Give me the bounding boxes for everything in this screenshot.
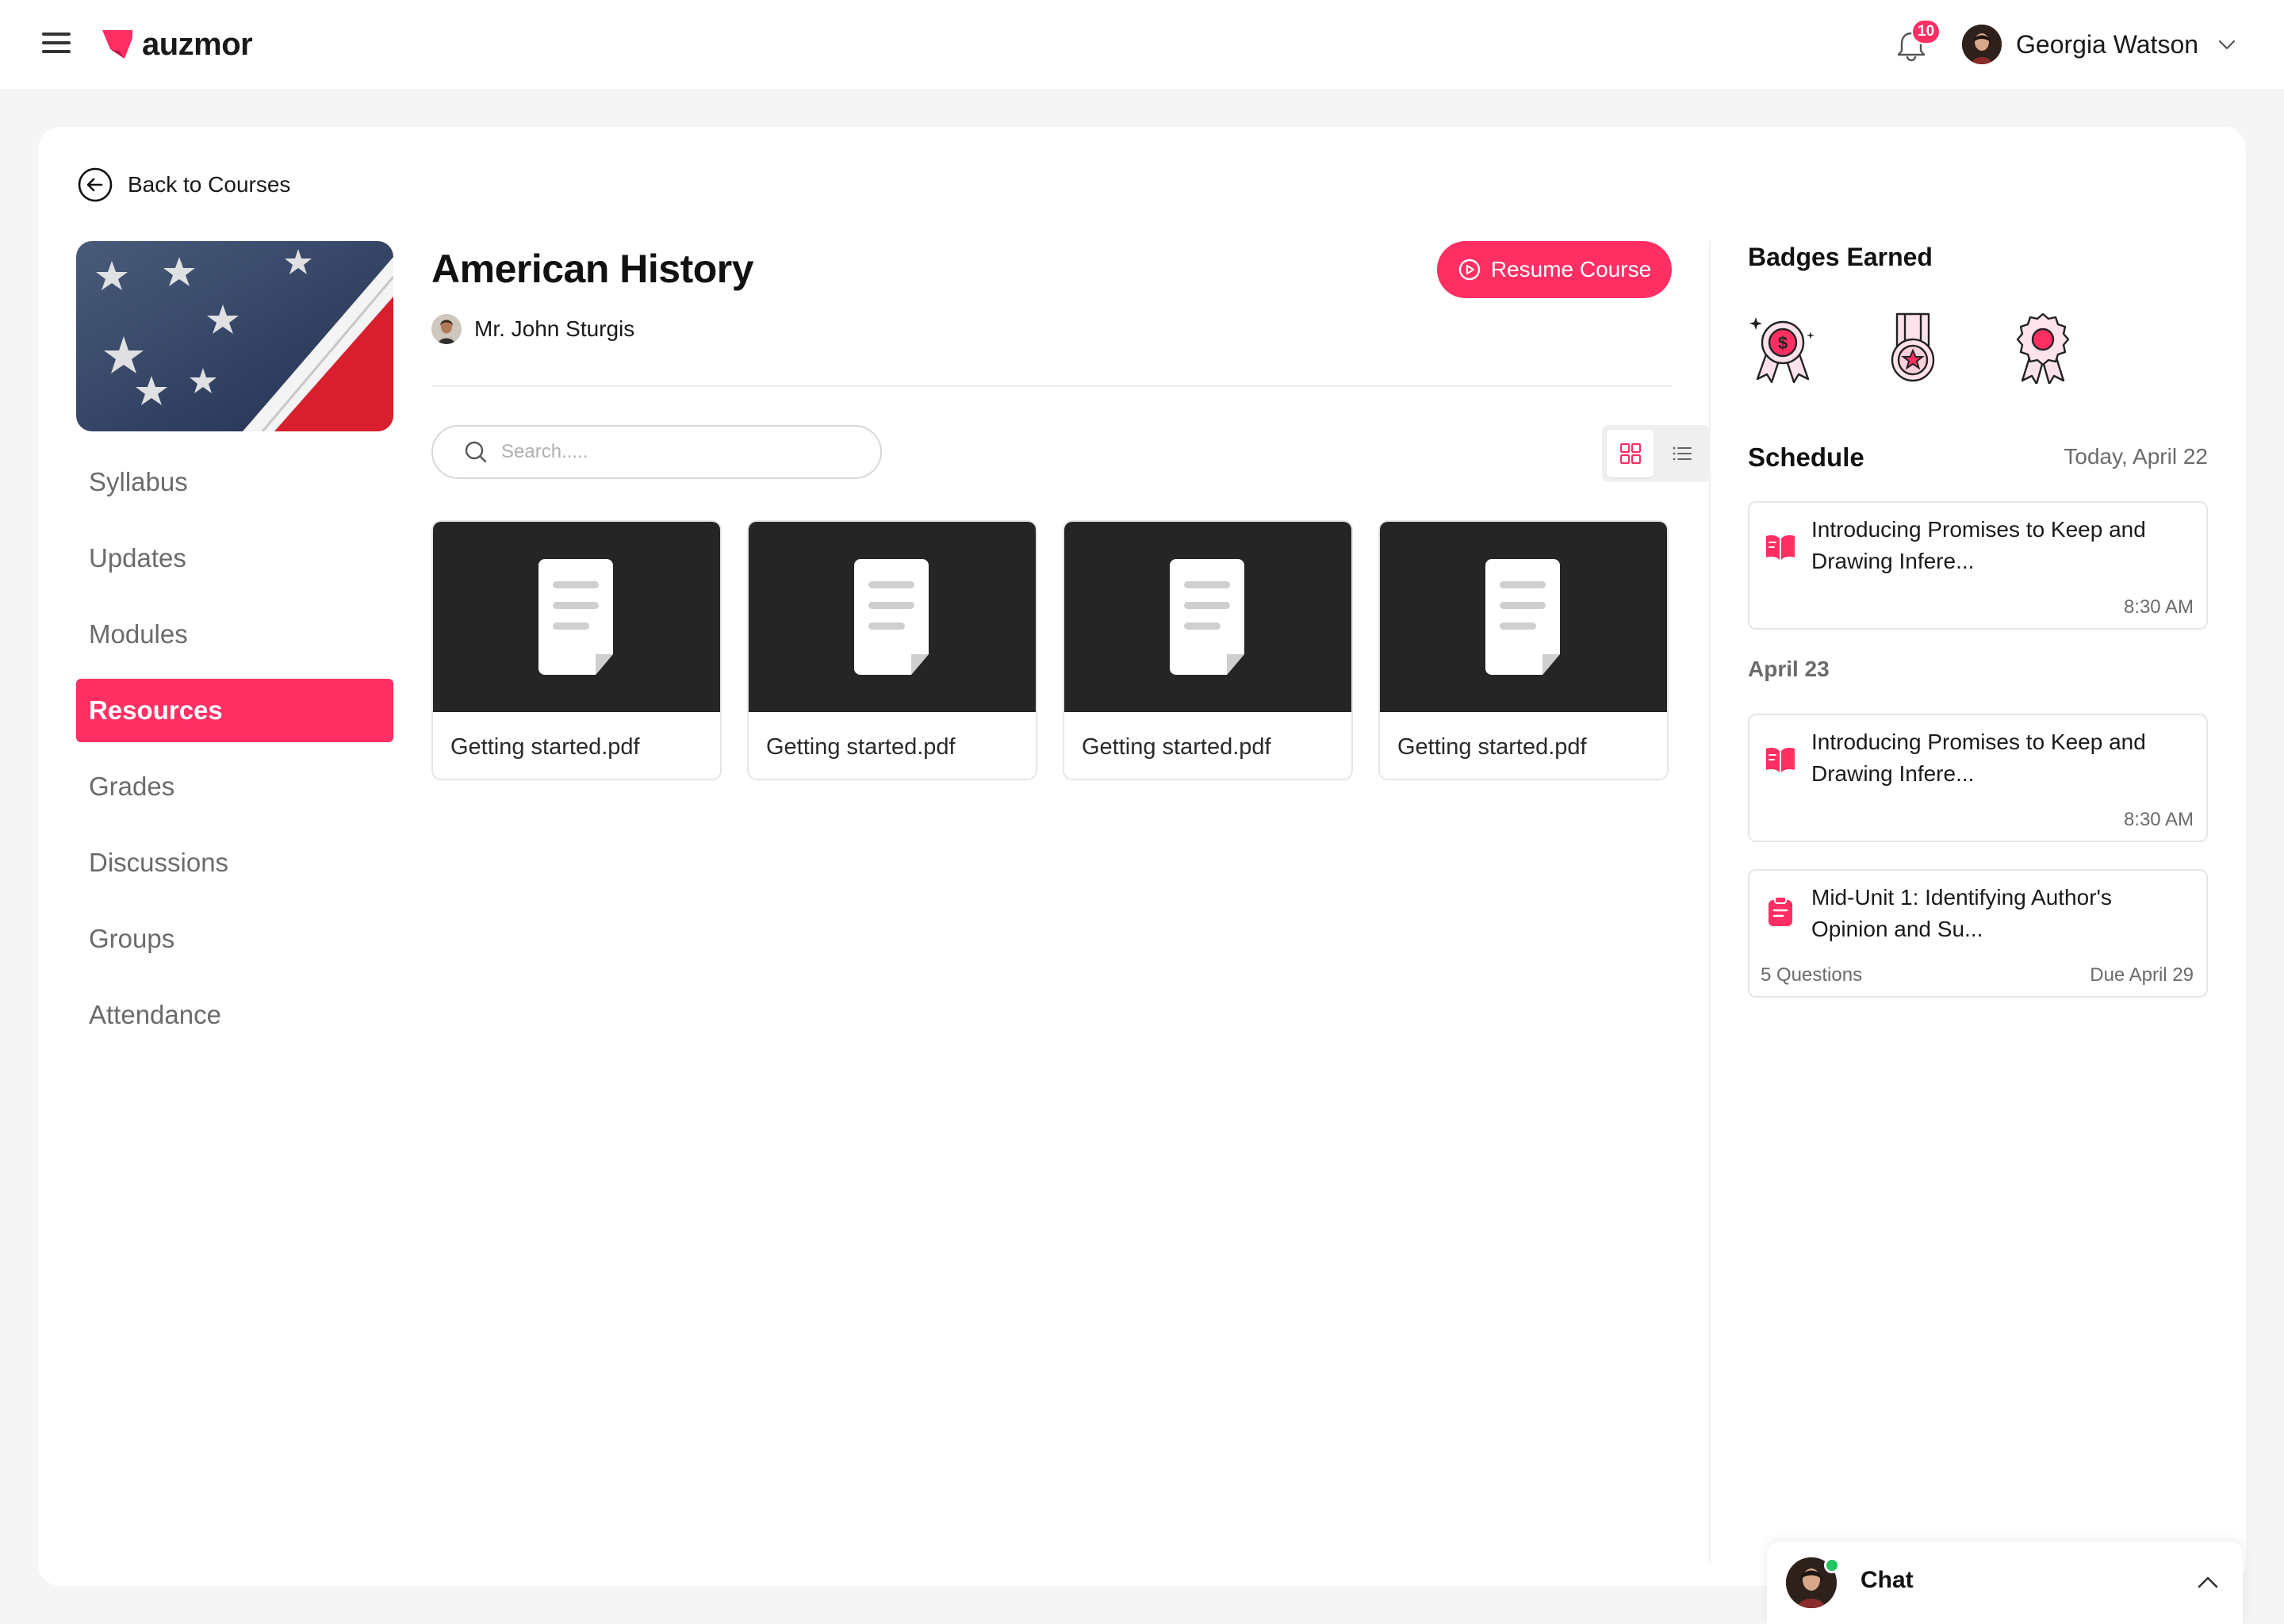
file-card[interactable]: Getting started.pdf bbox=[1063, 520, 1353, 780]
online-status-dot bbox=[1824, 1557, 1840, 1573]
view-toggle bbox=[1602, 425, 1710, 482]
nav-item-discussions[interactable]: Discussions bbox=[76, 831, 393, 894]
schedule-item-time: 8:30 AM bbox=[2123, 809, 2194, 830]
quiz-due-date: Due April 29 bbox=[2090, 964, 2194, 986]
schedule-title: Schedule bbox=[1748, 442, 1864, 472]
book-icon bbox=[1766, 535, 1795, 560]
header-divider bbox=[431, 385, 1672, 387]
schedule-item[interactable]: Introducing Promises to Keep and Drawing… bbox=[1748, 714, 2208, 842]
schedule-date-label: April 23 bbox=[1748, 657, 1830, 681]
file-card[interactable]: Getting started.pdf bbox=[431, 520, 722, 780]
course-thumbnail bbox=[76, 241, 393, 431]
document-icon bbox=[538, 559, 613, 675]
quiz-question-count: 5 Questions bbox=[1761, 964, 1863, 986]
chevron-up-icon[interactable] bbox=[2194, 1568, 2222, 1597]
file-preview bbox=[1380, 522, 1667, 712]
nav-item-syllabus[interactable]: Syllabus bbox=[76, 450, 393, 514]
course-nav: Syllabus Updates Modules Resources Grade… bbox=[76, 450, 393, 1059]
book-icon bbox=[1766, 748, 1795, 772]
chat-widget[interactable]: Chat bbox=[1767, 1542, 2243, 1624]
file-name: Getting started.pdf bbox=[450, 733, 640, 760]
file-preview bbox=[749, 522, 1036, 712]
course-title: American History bbox=[431, 247, 754, 291]
badges-list: $ bbox=[1748, 311, 2078, 384]
document-icon bbox=[854, 559, 929, 675]
rosette-badge-icon[interactable] bbox=[2008, 311, 2078, 384]
schedule-item[interactable]: Mid-Unit 1: Identifying Author's Opinion… bbox=[1748, 869, 2208, 998]
back-label: Back to Courses bbox=[128, 172, 291, 197]
search-input[interactable] bbox=[501, 441, 850, 463]
document-icon bbox=[1485, 559, 1560, 675]
search-box[interactable] bbox=[431, 425, 882, 479]
course-card: Back to Courses Syllabus Updates Modules… bbox=[38, 127, 2246, 1586]
star-medal-badge-icon[interactable] bbox=[1878, 311, 1948, 384]
file-card[interactable]: Getting started.pdf bbox=[747, 520, 1037, 780]
clipboard-icon bbox=[1769, 896, 1792, 926]
user-menu[interactable]: Georgia Watson bbox=[1962, 24, 2238, 65]
instructor-name: Mr. John Sturgis bbox=[474, 316, 635, 341]
instructor-avatar bbox=[431, 314, 462, 344]
user-name: Georgia Watson bbox=[2016, 29, 2199, 59]
play-circle-icon bbox=[1458, 259, 1481, 281]
nav-item-modules[interactable]: Modules bbox=[76, 603, 393, 666]
schedule-item-title: Mid-Unit 1: Identifying Author's Opinion… bbox=[1811, 885, 2112, 941]
schedule-item-title: Introducing Promises to Keep and Drawing… bbox=[1811, 517, 2146, 573]
menu-icon[interactable] bbox=[42, 31, 71, 55]
document-icon bbox=[1170, 559, 1244, 675]
list-view-icon bbox=[1673, 446, 1692, 461]
nav-item-updates[interactable]: Updates bbox=[76, 527, 393, 590]
file-preview bbox=[433, 522, 720, 712]
grid-view-button[interactable] bbox=[1607, 430, 1654, 477]
nav-item-groups[interactable]: Groups bbox=[76, 907, 393, 971]
resume-course-button[interactable]: Resume Course bbox=[1437, 241, 1672, 298]
dollar-ribbon-badge-icon[interactable]: $ bbox=[1748, 311, 1818, 384]
back-to-courses-link[interactable]: Back to Courses bbox=[77, 167, 290, 203]
file-card[interactable]: Getting started.pdf bbox=[1378, 520, 1669, 780]
svg-text:$: $ bbox=[1778, 333, 1788, 353]
schedule-item-time: 8:30 AM bbox=[2123, 596, 2194, 618]
auzmor-logo-icon bbox=[102, 30, 132, 59]
file-name: Getting started.pdf bbox=[1082, 733, 1271, 760]
chat-label: Chat bbox=[1861, 1567, 1914, 1593]
schedule-item-title: Introducing Promises to Keep and Drawing… bbox=[1811, 730, 2146, 786]
file-name: Getting started.pdf bbox=[766, 733, 956, 760]
resume-course-label: Resume Course bbox=[1490, 257, 1652, 282]
file-name: Getting started.pdf bbox=[1397, 733, 1587, 760]
back-arrow-icon bbox=[78, 167, 113, 202]
instructor: Mr. John Sturgis bbox=[431, 314, 634, 344]
user-avatar bbox=[1962, 25, 2002, 64]
nav-item-resources[interactable]: Resources bbox=[76, 679, 393, 742]
file-preview bbox=[1064, 522, 1351, 712]
app-logo[interactable]: auzmor bbox=[101, 25, 253, 63]
schedule-item[interactable]: Introducing Promises to Keep and Drawing… bbox=[1748, 501, 2208, 630]
search-icon bbox=[465, 441, 487, 463]
badges-title: Badges Earned bbox=[1748, 243, 1933, 271]
top-bar: auzmor 10 Georgia Watson bbox=[0, 0, 2284, 89]
column-divider bbox=[1709, 241, 1711, 1562]
nav-item-grades[interactable]: Grades bbox=[76, 755, 393, 818]
schedule-today-label: Today, April 22 bbox=[2064, 444, 2208, 469]
chevron-down-icon bbox=[2218, 40, 2236, 50]
grid-view-icon bbox=[1619, 442, 1641, 465]
list-view-button[interactable] bbox=[1658, 430, 1705, 477]
nav-item-attendance[interactable]: Attendance bbox=[76, 983, 393, 1047]
resource-grid: Getting started.pdf Getting started.pdf bbox=[431, 520, 1669, 780]
brand-name: auzmor bbox=[142, 26, 253, 62]
notification-count-badge: 10 bbox=[1911, 19, 1941, 44]
